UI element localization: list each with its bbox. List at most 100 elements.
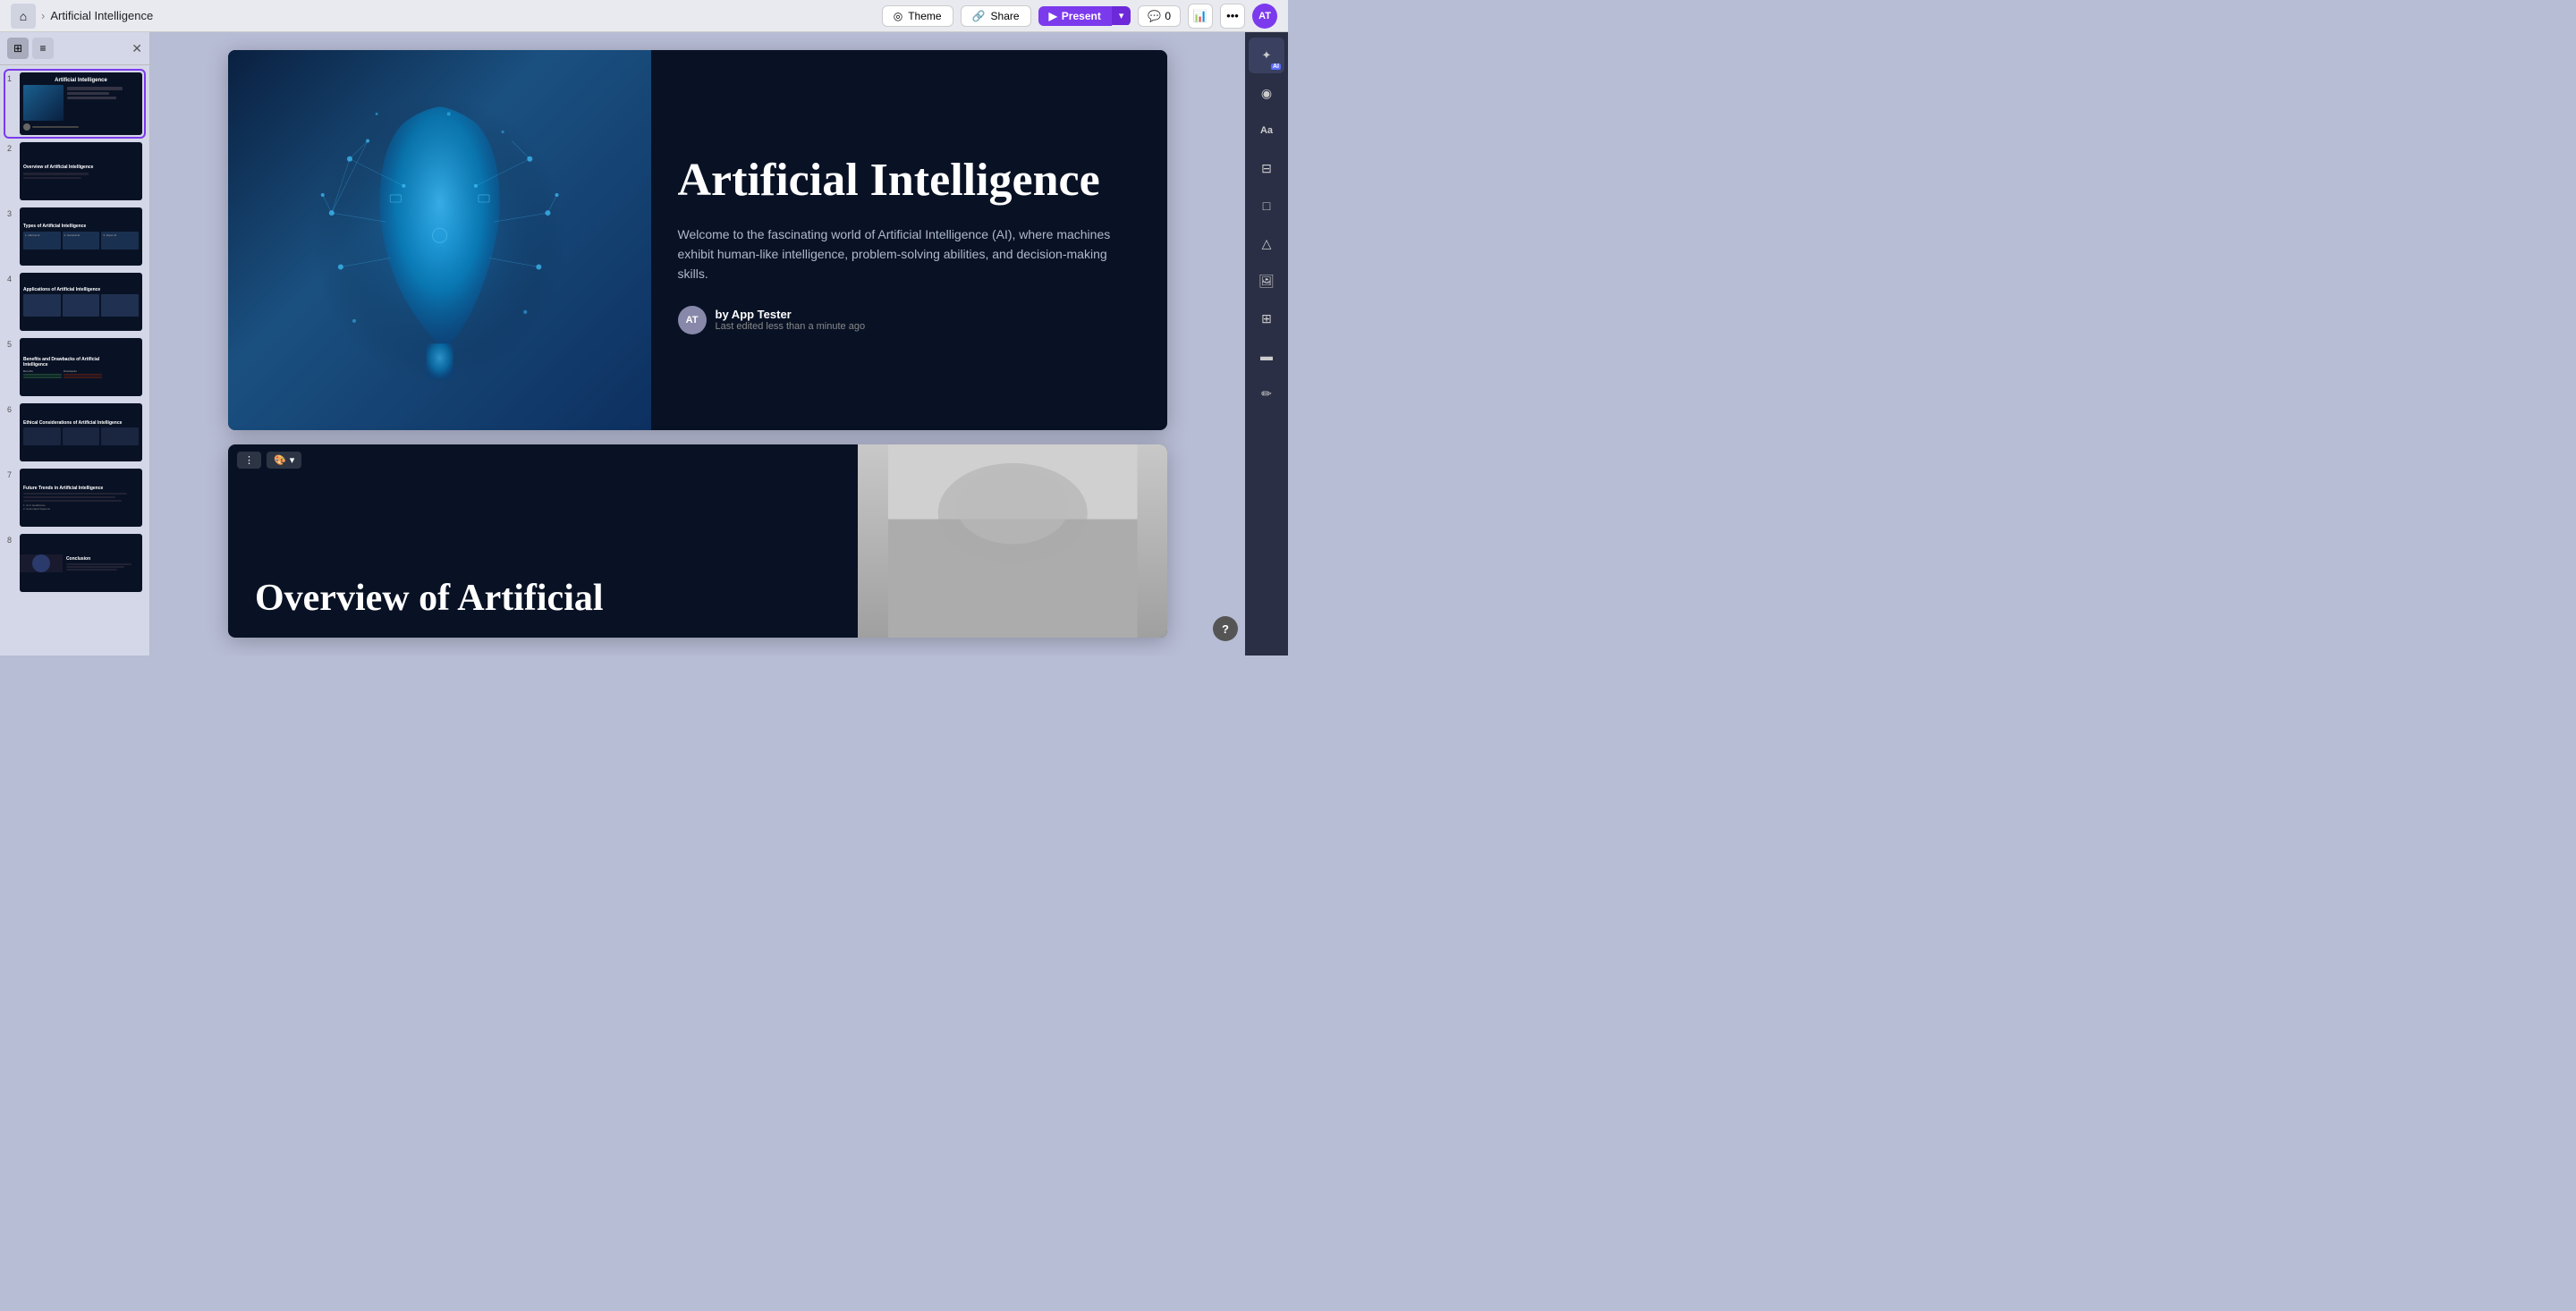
share-icon: 🔗 [972, 10, 986, 22]
square-icon: □ [1263, 199, 1270, 213]
present-main-button[interactable]: ▶ Present [1038, 6, 1112, 26]
breadcrumb-title: Artificial Intelligence [50, 9, 153, 22]
topbar: ⌂ › Artificial Intelligence ◎ Theme 🔗 Sh… [0, 0, 1288, 32]
present-play-icon: ▶ [1049, 10, 1057, 22]
list-view-button[interactable]: ≡ [32, 38, 54, 59]
slide-item-7[interactable]: 7 Future Trends in Artificial Intelligen… [5, 467, 144, 529]
comments-button[interactable]: 💬 0 [1138, 5, 1181, 27]
home-button[interactable]: ⌂ [11, 4, 36, 29]
share-button[interactable]: 🔗 Share [961, 5, 1031, 27]
slide-1-author: AT by App Tester Last edited less than a… [678, 306, 1132, 334]
ai-head-graphic [228, 50, 651, 430]
edit-icon: ✏ [1261, 386, 1272, 402]
slide-item-1[interactable]: 1 Artificial Intelligence [5, 71, 144, 137]
video-icon: ⊞ [1261, 311, 1272, 326]
slide-1-text-area: Artificial Intelligence Welcome to the f… [651, 50, 1168, 430]
slide-2-image [858, 444, 1168, 638]
video-tool-button[interactable]: ⊞ [1249, 300, 1284, 336]
breadcrumb-separator: › [41, 9, 45, 22]
sidebar-toolbar: ⊞ ≡ ✕ [0, 32, 149, 65]
sidebar-view-buttons: ⊞ ≡ [7, 38, 54, 59]
analytics-icon: 📊 [1193, 9, 1208, 23]
author-initials: AT [686, 315, 699, 326]
slide-1-author-avatar: AT [678, 306, 707, 334]
present-dropdown-button[interactable]: ▾ [1112, 6, 1131, 25]
ai-tool-button[interactable]: ✦ AI [1249, 38, 1284, 73]
home-icon: ⌂ [20, 9, 27, 23]
slide-number-5: 5 [7, 340, 16, 349]
slides-sidebar: ⊞ ≡ ✕ 1 Artificial Intelligence [0, 32, 150, 656]
right-sidebar: ✦ AI ◉ Aa ⊟ □ △ 🖼 ⊞ ▬ ✏ [1245, 32, 1288, 656]
help-button[interactable]: ? [1213, 616, 1238, 641]
slide-canvas-2[interactable]: ⋮ 🎨 ▾ Overview of Artificial [228, 444, 1167, 638]
slide-2-more-button[interactable]: ⋮ [237, 452, 261, 469]
slide-list: 1 Artificial Intelligence [0, 65, 149, 599]
bar-icon: ▬ [1260, 349, 1273, 363]
slide-item-4[interactable]: 4 Applications of Artificial Intelligenc… [5, 271, 144, 333]
triangle-icon: △ [1262, 236, 1272, 251]
slide-1-author-name: by App Tester [716, 308, 866, 321]
theme-icon: ◎ [894, 10, 902, 22]
bar-tool-button[interactable]: ▬ [1249, 338, 1284, 374]
topbar-right: ◎ Theme 🔗 Share ▶ Present ▾ 💬 0 📊 ••• [882, 4, 1277, 29]
image-tool-button[interactable]: 🖼 [1249, 263, 1284, 299]
style-icon: ◉ [1261, 86, 1272, 101]
edit-tool-button[interactable]: ✏ [1249, 376, 1284, 411]
slide-item-2[interactable]: 2 Overview of Artificial Intelligence [5, 140, 144, 202]
ai-badge: AI [1271, 63, 1281, 70]
slide-1-author-info: by App Tester Last edited less than a mi… [716, 308, 866, 332]
slide-number-6: 6 [7, 405, 16, 414]
analytics-button[interactable]: 📊 [1188, 4, 1213, 29]
slide-item-3[interactable]: 3 Types of Artificial Intelligence 1. Na… [5, 206, 144, 267]
main-content: ⊞ ≡ ✕ 1 Artificial Intelligence [0, 32, 1288, 656]
canvas-area: Artificial Intelligence Welcome to the f… [150, 32, 1245, 656]
share-label: Share [991, 10, 1020, 22]
slide-item-8[interactable]: 8 Conclusion [5, 532, 144, 594]
slide-1-author-time: Last edited less than a minute ago [716, 321, 866, 332]
text-icon: Aa [1260, 125, 1273, 136]
dots-icon: ⋮ [244, 454, 254, 466]
theme-button[interactable]: ◎ Theme [882, 5, 953, 27]
layout-tool-button[interactable]: ⊟ [1249, 150, 1284, 186]
present-chevron-down-icon: ▾ [1119, 11, 1124, 21]
slide-2-title: Overview of Artificial [255, 577, 604, 620]
sparkle-icon: ✦ [1262, 48, 1272, 63]
more-options-button[interactable]: ••• [1220, 4, 1245, 29]
slide-number-8: 8 [7, 536, 16, 545]
comments-count: 0 [1165, 10, 1171, 22]
slide-2-toolbar: ⋮ 🎨 ▾ [228, 444, 310, 476]
question-mark-icon: ? [1222, 622, 1229, 636]
slide-canvas-1[interactable]: Artificial Intelligence Welcome to the f… [228, 50, 1167, 430]
present-label: Present [1062, 10, 1101, 22]
slide-number-3: 3 [7, 209, 16, 218]
slide-item-5[interactable]: 5 Benefits and Drawbacks of Artificial I… [5, 336, 144, 398]
avatar[interactable]: AT [1252, 4, 1277, 29]
slide-number-7: 7 [7, 470, 16, 479]
slide-2-palette-button[interactable]: 🎨 ▾ [267, 452, 301, 469]
layout-icon: ⊟ [1261, 161, 1272, 176]
slide-1-subtitle: Welcome to the fascinating world of Arti… [678, 224, 1132, 284]
present-button-group[interactable]: ▶ Present ▾ [1038, 6, 1131, 26]
shape-square-tool-button[interactable]: □ [1249, 188, 1284, 224]
slide-2-left: Overview of Artificial [228, 444, 858, 638]
shape-triangle-tool-button[interactable]: △ [1249, 225, 1284, 261]
palette-icon: 🎨 [274, 454, 286, 466]
slide-1-thumb-title: Artificial Intelligence [23, 78, 139, 83]
comment-icon: 💬 [1148, 10, 1161, 22]
more-icon: ••• [1226, 9, 1239, 22]
grid-view-button[interactable]: ⊞ [7, 38, 29, 59]
slide-number-4: 4 [7, 275, 16, 283]
slide-number-1: 1 [7, 74, 16, 83]
avatar-initials: AT [1258, 11, 1271, 21]
sidebar-close-button[interactable]: ✕ [131, 41, 142, 56]
topbar-left: ⌂ › Artificial Intelligence [11, 4, 153, 29]
image-icon: 🖼 [1258, 274, 1275, 289]
slide-item-6[interactable]: 6 Ethical Considerations of Artificial I… [5, 402, 144, 463]
style-tool-button[interactable]: ◉ [1249, 75, 1284, 111]
text-tool-button[interactable]: Aa [1249, 113, 1284, 148]
palette-dropdown-icon: ▾ [290, 454, 295, 466]
theme-label: Theme [908, 10, 941, 22]
slide-1-title: Artificial Intelligence [678, 155, 1132, 206]
slide-1-image [228, 50, 651, 430]
slide-number-2: 2 [7, 144, 16, 153]
